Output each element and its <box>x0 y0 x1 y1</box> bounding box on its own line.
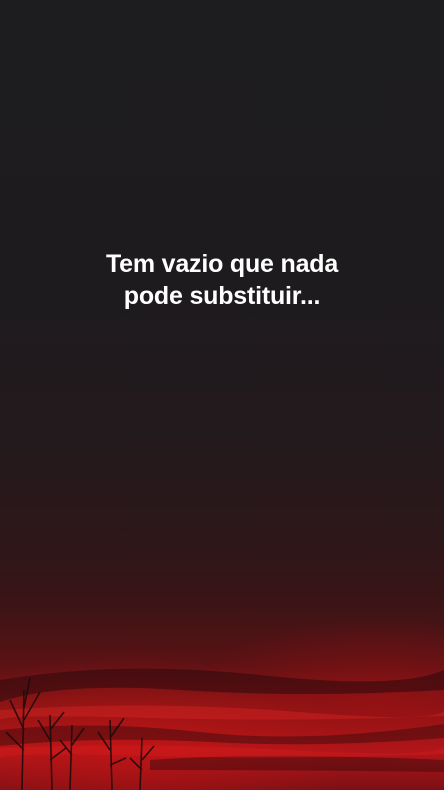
caption-line-2: pode substituir... <box>123 282 321 310</box>
caption-line-1: Tem vazio que nada <box>105 250 339 278</box>
sunset-clouds-and-trees-image <box>0 668 444 790</box>
story-background: Tem vazio que nada pode substituir... <box>0 0 444 790</box>
story-caption: Tem vazio que nada pode substituir... <box>0 248 444 312</box>
